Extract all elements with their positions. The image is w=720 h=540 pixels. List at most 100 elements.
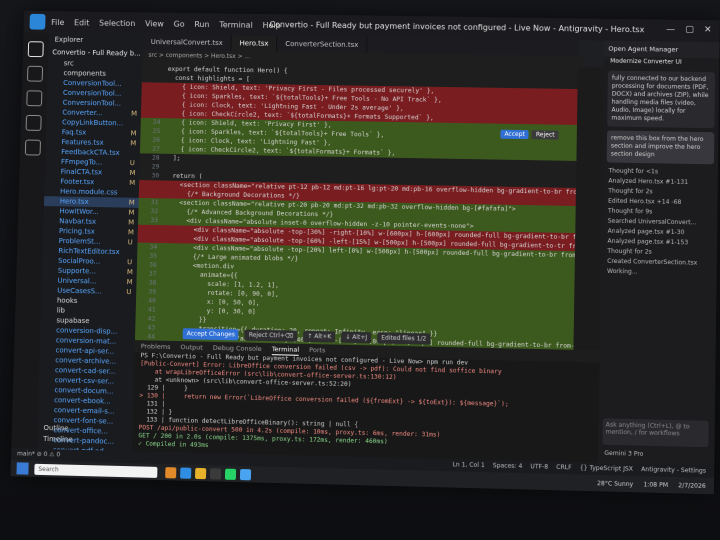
whatsapp-icon[interactable] — [224, 468, 237, 480]
model-selector[interactable]: Gemini 3 Pro — [598, 449, 643, 460]
line-number: 26 — [152, 136, 161, 144]
menu-item-run[interactable]: Run — [194, 20, 209, 29]
window-title: Convertio - Full Ready but payment invoi… — [269, 20, 645, 35]
status-item[interactable]: CRLF — [556, 462, 572, 475]
prev-change-button[interactable]: ↑ Alt+K — [303, 330, 336, 343]
explorer-panel: Explorer Convertio - Full Ready b... src… — [36, 32, 144, 452]
file-status-badge — [132, 89, 142, 99]
search-icon[interactable] — [26, 65, 44, 82]
reject-changes-button[interactable]: Reject Ctrl+⌫ — [244, 329, 298, 342]
chat-steps: Thought for <1s Analyzed Hero.tsx #1-131 T… — [601, 166, 718, 279]
minimize-icon[interactable]: — — [666, 25, 675, 35]
antigravity-icon[interactable] — [239, 468, 252, 480]
file-status-badge — [123, 397, 133, 407]
panel-tab-debug-console[interactable]: Debug Console — [213, 342, 262, 355]
file-status-badge: M — [130, 129, 137, 138]
editor-tab[interactable]: ConverterSection.tsx — [277, 35, 368, 54]
menu-item-edit[interactable]: Edit — [74, 18, 89, 27]
line-number: 28 — [151, 154, 160, 162]
clock-date[interactable]: 2/7/2026 — [678, 482, 706, 490]
line-number: 34 — [149, 243, 158, 251]
chat-messages: fully connected to our backend processin… — [603, 70, 720, 165]
agent-step[interactable]: Working... — [601, 267, 717, 279]
file-status-badge — [125, 347, 135, 357]
panel-tab-problems[interactable]: Problems — [141, 340, 171, 353]
files-icon[interactable] — [27, 41, 44, 58]
accept-hunk-button[interactable]: Accept — [500, 129, 529, 140]
status-item[interactable]: UTF-8 — [530, 461, 548, 474]
line-number: 32 — [150, 208, 159, 216]
code-text: return ( — [164, 172, 203, 181]
window-controls: — ▢ ✕ — [666, 25, 712, 36]
timeline-section[interactable]: Timeline — [37, 434, 132, 447]
line-number: 42 — [147, 315, 156, 323]
file-status-badge — [129, 188, 139, 198]
line-number: 37 — [148, 270, 157, 278]
code-text: const highlights = [ — [167, 74, 250, 83]
agent-message: fully connected to our backend processin… — [607, 70, 716, 129]
editor-tab[interactable]: Hero.tsx — [231, 35, 278, 52]
line-number: 31 — [150, 199, 159, 207]
line-number: 39 — [148, 288, 157, 296]
close-icon[interactable]: ✕ — [704, 25, 712, 35]
terminal-output[interactable]: PS F:\Convertio - Full Ready but payment… — [132, 352, 599, 460]
maximize-icon[interactable]: ▢ — [685, 25, 694, 35]
line-number: 36 — [149, 261, 157, 269]
file-status-badge: U — [127, 238, 133, 247]
file-status-badge — [131, 119, 141, 129]
taskbar-search[interactable]: Search — [34, 463, 158, 478]
file-status-badge — [124, 387, 134, 397]
windows-start-icon[interactable] — [16, 462, 29, 475]
file-status-badge: M — [128, 198, 135, 207]
source-control-icon[interactable] — [26, 90, 43, 107]
file-status-badge: M — [129, 169, 136, 178]
file-status-badge — [125, 337, 135, 347]
chrome-icon[interactable] — [195, 467, 207, 479]
bottom-panel: Problems Output Debug Console Terminal Ports… — [132, 340, 600, 463]
reject-hunk-button[interactable]: Reject — [531, 130, 559, 140]
status-item[interactable]: Ln 1, Col 1 — [452, 459, 484, 472]
project-root[interactable]: Convertio - Full Ready b... — [48, 46, 142, 59]
file-status-badge — [125, 327, 135, 337]
file-status-badge — [124, 367, 134, 377]
menu-item-terminal[interactable]: Terminal — [219, 20, 253, 29]
weather-widget[interactable]: 28°C Sunny — [597, 480, 633, 488]
agent-chat-panel: Open Agent Manager Modernize Converter U… — [598, 40, 720, 466]
run-debug-icon[interactable] — [25, 114, 42, 131]
code-editor[interactable]: 45 />44 className="absolute -top-[40%] -… — [134, 60, 578, 350]
menu-item-go[interactable]: Go — [173, 19, 184, 28]
file-status-badge — [132, 59, 142, 69]
file-status-badge: U — [126, 288, 132, 297]
next-change-button[interactable]: ↓ Alt+J — [341, 331, 372, 344]
menu-item-view[interactable]: View — [145, 19, 164, 28]
panel-tab-terminal[interactable]: Terminal — [271, 343, 300, 356]
code-text: animate={{ — [162, 270, 238, 280]
menu-item-selection[interactable]: Selection — [99, 18, 135, 27]
system-tray: 28°C Sunny 1:08 PM 2/7/2026 — [597, 480, 706, 490]
editor-tab[interactable]: UniversalConvert.tsx — [142, 34, 232, 52]
agent-manager-header[interactable]: Open Agent Manager — [604, 40, 720, 59]
status-item[interactable]: Spaces: 4 — [493, 460, 523, 473]
clock-time[interactable]: 1:08 PM — [643, 481, 668, 489]
folder-icon[interactable] — [165, 466, 177, 478]
panel-tab-output[interactable]: Output — [180, 341, 203, 353]
chat-input-placeholder: Ask anything (Ctrl+L), @ to mention, / f… — [605, 421, 690, 438]
accept-changes-button[interactable]: Accept Changes — [182, 328, 239, 341]
file-status-badge: M — [128, 218, 135, 227]
edited-files-indicator[interactable]: Edited files 1/2 — [377, 332, 431, 345]
extensions-icon[interactable] — [24, 139, 41, 156]
status-left[interactable]: main* ⊘ 0 ⚠ 0 — [17, 448, 60, 461]
chat-input[interactable]: Ask anything (Ctrl+L), @ to mention, / f… — [602, 418, 709, 448]
code-text: }} — [161, 315, 207, 324]
panel-tab-ports[interactable]: Ports — [309, 344, 326, 356]
app-logo-icon — [29, 13, 46, 30]
line-number: 24 — [152, 118, 161, 127]
code-text: ]; — [165, 154, 181, 162]
file-status-badge: U — [127, 258, 133, 267]
file-status-badge — [126, 297, 136, 307]
terminal-icon[interactable] — [209, 467, 222, 480]
file-status-badge — [132, 69, 142, 79]
file-status-badge: M — [129, 178, 136, 187]
menu-item-file[interactable]: File — [51, 18, 64, 27]
edge-icon[interactable] — [180, 466, 192, 479]
